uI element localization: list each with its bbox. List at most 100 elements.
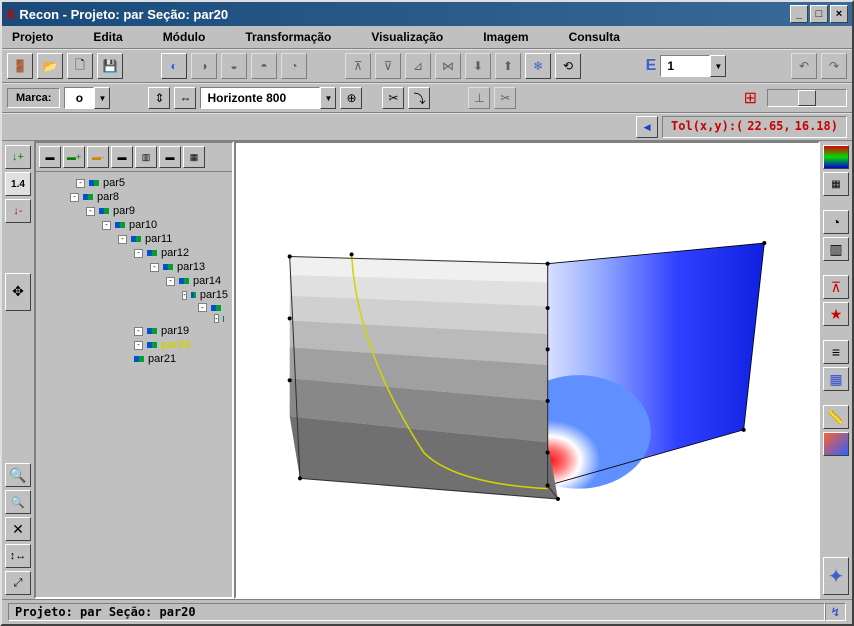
spinner-combo[interactable]: ▼ <box>660 55 726 77</box>
curve-button[interactable]: ⤵ <box>408 87 430 109</box>
grid-icon[interactable]: ⊞ <box>738 88 763 108</box>
rotate-3d-button[interactable]: ✦ <box>823 557 849 595</box>
last-left-button[interactable]: ⤢ <box>5 571 31 595</box>
tree-toggle-icon[interactable]: - <box>150 263 159 272</box>
tree-node[interactable]: -par10 <box>40 218 228 232</box>
menu-consulta[interactable]: Consulta <box>563 28 626 46</box>
tree-node[interactable]: -par13 <box>40 260 228 274</box>
save-button[interactable]: 💾 <box>97 53 123 79</box>
tree-btn-4[interactable]: ▬ <box>111 146 133 168</box>
tool-button-5[interactable]: ⬇ <box>465 53 491 79</box>
tree-toggle-icon[interactable]: - <box>86 207 95 216</box>
tree-toggle-icon[interactable]: - <box>76 179 85 188</box>
tool-button-8[interactable]: ⟲ <box>555 53 581 79</box>
tree-body[interactable]: -par5-par8-par9-par10-par11-par12-par13-… <box>36 172 232 597</box>
folder-open-button[interactable]: 📂 <box>37 53 63 79</box>
tool2-button-6[interactable]: ✂ <box>494 87 516 109</box>
spinner-down-icon[interactable]: ▼ <box>710 55 726 77</box>
close-button[interactable]: × <box>830 5 848 23</box>
coord-left-button[interactable]: ◀ <box>636 116 658 138</box>
tree-node[interactable]: par21 <box>40 352 228 366</box>
tree-toggle-icon[interactable]: - <box>182 291 187 300</box>
tool-button-6[interactable]: ⬆ <box>495 53 521 79</box>
tree-node[interactable]: -par20 <box>40 338 228 352</box>
tree-toggle-icon[interactable]: - <box>102 221 111 230</box>
tree-toggle-icon[interactable]: - <box>166 277 175 286</box>
tool-button-3[interactable]: ⊿ <box>405 53 431 79</box>
slider-thumb[interactable] <box>798 90 816 106</box>
tree-node[interactable]: -par5 <box>40 176 228 190</box>
maximize-button[interactable]: □ <box>810 5 828 23</box>
tree-node[interactable]: -par15 <box>40 288 228 302</box>
tree-btn-3[interactable]: ▬- <box>87 146 109 168</box>
tree-toggle-icon[interactable]: - <box>70 193 79 202</box>
canvas-viewport[interactable] <box>234 141 820 599</box>
tree-toggle-icon[interactable]: - <box>198 303 207 312</box>
new-button[interactable]: 🗋 <box>67 53 93 79</box>
zoom-out-button[interactable]: 🔍 <box>5 490 31 514</box>
marca-combo[interactable]: ▼ <box>64 87 110 109</box>
menu-projeto[interactable]: Projeto <box>6 28 59 46</box>
slider[interactable] <box>767 89 847 107</box>
right-btn-5[interactable]: ⊼ <box>823 275 849 299</box>
marca-down-icon[interactable]: ▼ <box>94 87 110 109</box>
right-btn-6[interactable]: ★ <box>823 302 849 326</box>
tree-btn-1[interactable]: ▬ <box>39 146 61 168</box>
spinner-input[interactable] <box>660 55 710 77</box>
tree-node[interactable]: - <box>40 313 228 324</box>
tool2-button-5[interactable]: ⊥ <box>468 87 490 109</box>
tool2-button-2[interactable]: ⇔ <box>174 87 196 109</box>
right-btn-1[interactable] <box>823 145 849 169</box>
tree-toggle-icon[interactable]: - <box>134 327 143 336</box>
right-btn-8[interactable]: ▦ <box>823 367 849 391</box>
tree-toggle-icon[interactable]: - <box>118 235 127 244</box>
horizonte-combo[interactable]: ▼ <box>200 87 336 109</box>
zoom-tool-button[interactable]: 🔍 <box>5 463 31 487</box>
tree-node[interactable]: -par11 <box>40 232 228 246</box>
tree-node[interactable]: - <box>40 302 228 313</box>
menu-transformacao[interactable]: Transformação <box>239 28 337 46</box>
tree-node[interactable]: -par8 <box>40 190 228 204</box>
shape-button-2[interactable]: ◑ <box>191 53 217 79</box>
remove-node-button[interactable]: ↓- <box>5 199 31 223</box>
shape-button-4[interactable]: ◓ <box>251 53 277 79</box>
right-btn-10[interactable] <box>823 432 849 456</box>
menu-imagem[interactable]: Imagem <box>477 28 534 46</box>
horizonte-input[interactable] <box>200 87 320 109</box>
right-btn-9[interactable]: 📏 <box>823 405 849 429</box>
right-btn-7[interactable]: ≡ <box>823 340 849 364</box>
tool-button-2[interactable]: ⊽ <box>375 53 401 79</box>
tool2-button-1[interactable]: ⇕ <box>148 87 170 109</box>
tree-btn-7[interactable]: ▦ <box>183 146 205 168</box>
cut-button[interactable]: ✂ <box>382 87 404 109</box>
right-btn-2[interactable]: ▦ <box>823 172 849 196</box>
tree-toggle-icon[interactable]: - <box>134 249 143 258</box>
add-node-button[interactable]: ↓+ <box>5 145 31 169</box>
menu-visualizacao[interactable]: Visualização <box>365 28 449 46</box>
tool-button-7[interactable]: ❄ <box>525 53 551 79</box>
redo-button[interactable]: ↷ <box>821 53 847 79</box>
right-btn-4[interactable]: ▥ <box>823 237 849 261</box>
move-tool-button[interactable]: ↕↔ <box>5 544 31 568</box>
right-btn-3[interactable]: ◔ <box>823 210 849 234</box>
horizonte-down-icon[interactable]: ▼ <box>320 87 336 109</box>
tool-button-4[interactable]: ⋈ <box>435 53 461 79</box>
menu-edita[interactable]: Edita <box>87 28 128 46</box>
tree-btn-2[interactable]: ▬+ <box>63 146 85 168</box>
shape-button-5[interactable]: ◔ <box>281 53 307 79</box>
shape-button-1[interactable]: ◐ <box>161 53 187 79</box>
tree-node[interactable]: -par19 <box>40 324 228 338</box>
marca-input[interactable] <box>64 87 94 109</box>
open-door-button[interactable]: 🚪 <box>7 53 33 79</box>
undo-button[interactable]: ↶ <box>791 53 817 79</box>
tree-btn-6[interactable]: ▬ <box>159 146 181 168</box>
tool-button-1[interactable]: ⊼ <box>345 53 371 79</box>
tree-toggle-icon[interactable]: - <box>214 314 219 323</box>
tree-toggle-icon[interactable]: - <box>134 341 143 350</box>
tree-btn-5[interactable]: ▥ <box>135 146 157 168</box>
target-button[interactable]: ⊕ <box>340 87 362 109</box>
menu-modulo[interactable]: Módulo <box>157 28 212 46</box>
tree-node[interactable]: -par9 <box>40 204 228 218</box>
shape-button-3[interactable]: ◒ <box>221 53 247 79</box>
tree-node[interactable]: -par12 <box>40 246 228 260</box>
